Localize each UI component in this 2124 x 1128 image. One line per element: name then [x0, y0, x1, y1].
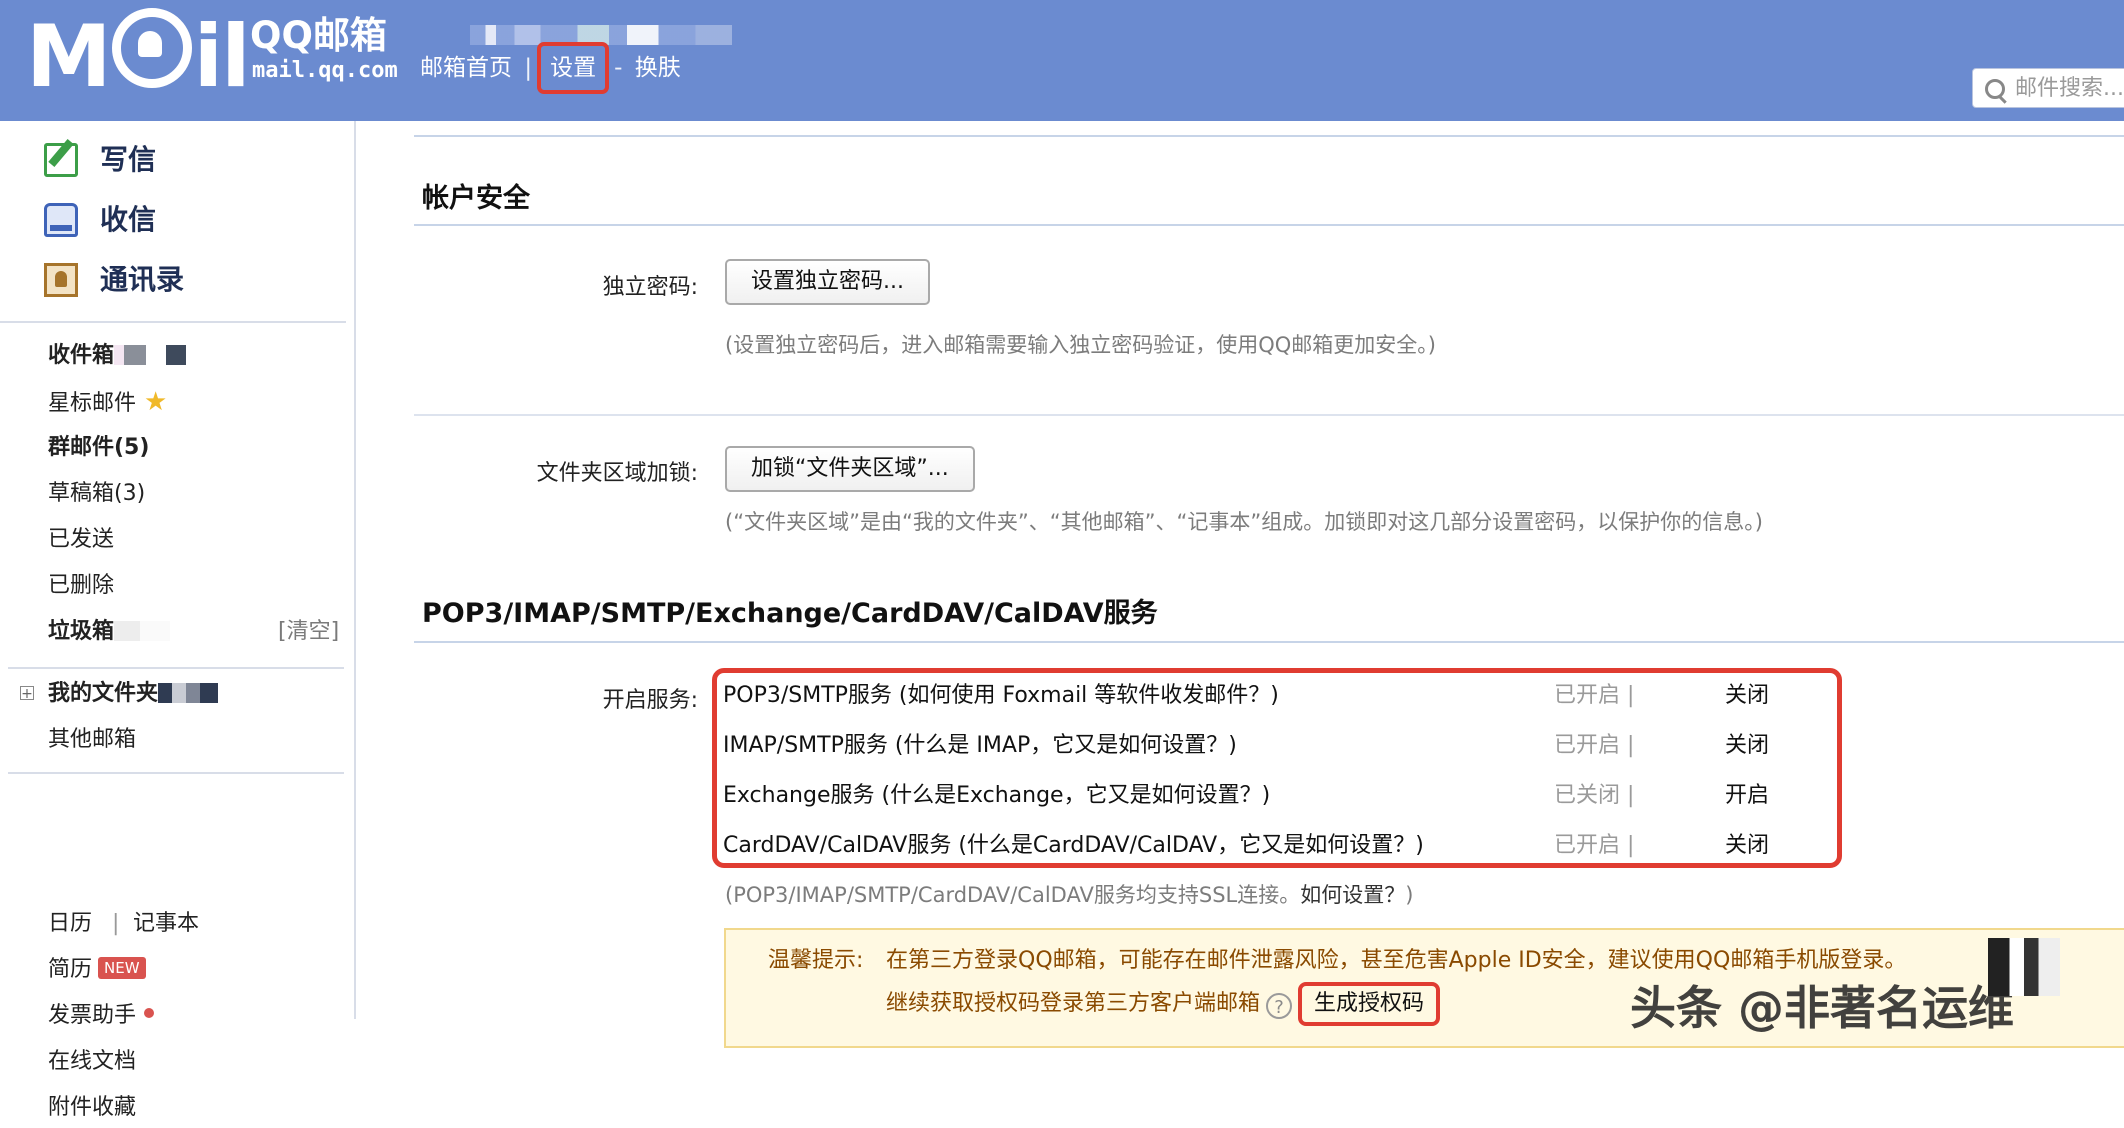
mail-logo[interactable]: Mil — [26, 8, 251, 100]
service-status: 已开启 | — [1554, 833, 1635, 858]
mail-search-input[interactable]: 邮件搜索... — [1972, 68, 2124, 108]
expand-icon[interactable]: + — [20, 686, 34, 701]
service-name[interactable]: IMAP/SMTP服务 (什么是 IMAP，它又是如何设置？) — [723, 726, 1237, 766]
settings-content: 帐户安全 独立密码: 设置独立密码... (设置独立密码后，进入邮箱需要输入独立… — [374, 121, 2124, 1048]
notification-dot-icon — [144, 1008, 155, 1018]
sidebar-compose[interactable]: 写信 — [44, 137, 156, 183]
contacts-icon — [44, 263, 78, 297]
generate-auth-code-button[interactable]: 生成授权码 — [1298, 982, 1441, 1026]
sidebar-item-other-mailbox[interactable]: 其他邮箱 — [48, 720, 136, 760]
section-divider — [414, 224, 2124, 226]
sidebar-item-inbox[interactable]: 收件箱 — [48, 336, 187, 376]
sidebar-item-attachments[interactable]: 附件收藏 — [48, 1088, 136, 1128]
spam-clear-link[interactable]: [清空] — [278, 612, 339, 652]
services-list: POP3/SMTP服务 (如何使用 Foxmail 等软件收发邮件？) 已开启 … — [712, 668, 1842, 868]
service-name[interactable]: POP3/SMTP服务 (如何使用 Foxmail 等软件收发邮件？) — [723, 676, 1279, 716]
service-status: 已开启 | — [1554, 683, 1635, 708]
enable-services-label: 开启服务: — [602, 688, 698, 713]
nav-skin-link[interactable]: 换肤 — [635, 55, 681, 81]
sidebar-inbox-check[interactable]: 收信 — [44, 197, 156, 243]
section-divider — [414, 135, 2124, 137]
blurred-qr-code — [1988, 938, 2060, 996]
sidebar-item-online-docs[interactable]: 在线文档 — [48, 1042, 136, 1082]
contacts-label: 通讯录 — [100, 263, 185, 296]
service-row-imap: IMAP/SMTP服务 (什么是 IMAP，它又是如何设置？) 已开启 | 关闭 — [719, 726, 1839, 766]
brand-domain: mail.qq.com — [252, 58, 398, 83]
top-bar: Mil QQ邮箱 mail.qq.com 邮箱首页 | 设置 - 换肤 邮件搜索..… — [0, 0, 2124, 121]
compose-icon — [44, 143, 78, 177]
nav-settings-link[interactable]: 设置 — [537, 42, 610, 94]
set-independent-password-button[interactable]: 设置独立密码... — [725, 259, 930, 305]
independent-password-label: 独立密码: — [602, 275, 698, 300]
folder-lock-hint: (“文件夹区域”是由“我的文件夹”、“其他邮箱”、“记事本”组成。加锁即对这几部… — [725, 510, 1763, 534]
service-toggle-link[interactable]: 关闭 — [1725, 676, 1769, 716]
service-toggle-link[interactable]: 关闭 — [1725, 726, 1769, 766]
sidebar-item-invoice[interactable]: 发票助手 — [48, 996, 155, 1036]
service-row-exchange: Exchange服务 (什么是Exchange，它又是如何设置？) 已关闭 | … — [719, 776, 1839, 816]
sidebar-item-deleted[interactable]: 已删除 — [48, 566, 114, 606]
top-nav: 邮箱首页 | 设置 - 换肤 — [420, 42, 681, 94]
service-name[interactable]: Exchange服务 (什么是Exchange，它又是如何设置？) — [723, 776, 1270, 816]
service-status: 已关闭 | — [1554, 783, 1635, 808]
watermark-text: 头条 @非著名运维 — [1630, 981, 2015, 1035]
receive-label: 收信 — [100, 203, 157, 236]
tip-line-2: 继续获取授权码登录第三方客户端邮箱? 生成授权码 — [886, 982, 1441, 1026]
tip-line-1: 在第三方登录QQ邮箱，可能存在邮件泄露风险，甚至危害Apple ID安全，建议使… — [886, 948, 1907, 973]
compose-label: 写信 — [100, 143, 157, 176]
folder-lock-label: 文件夹区域加锁: — [536, 461, 698, 486]
sidebar-divider — [8, 667, 344, 669]
calendar-notes-separator: | — [112, 911, 120, 936]
sidebar: 写信 收信 通讯录 收件箱 星标邮件 ★ 群邮件(5) 草稿箱(3) 已发送 已删… — [0, 121, 356, 1120]
service-name[interactable]: CardDAV/CalDAV服务 (什么是CardDAV/CalDAV，它又是如… — [723, 826, 1424, 866]
service-toggle-link[interactable]: 关闭 — [1725, 826, 1769, 866]
sidebar-item-calendar[interactable]: 日历 — [48, 904, 92, 944]
protocol-services-title: POP3/IMAP/SMTP/Exchange/CardDAV/CalDAV服务 — [422, 598, 1158, 629]
search-icon — [1985, 79, 2005, 99]
sidebar-item-starred[interactable]: 星标邮件 ★ — [48, 382, 167, 422]
sidebar-item-group-mail[interactable]: 群邮件(5) — [48, 428, 149, 468]
lock-folder-area-button[interactable]: 加锁“文件夹区域”... — [725, 446, 975, 492]
star-icon: ★ — [144, 387, 168, 417]
ssl-how-to-link[interactable]: 如何设置？ — [1300, 883, 1405, 907]
sidebar-divider — [8, 772, 344, 774]
independent-password-hint: (设置独立密码后，进入邮箱需要输入独立密码验证，使用QQ邮箱更加安全。) — [725, 333, 1436, 357]
sidebar-item-notes[interactable]: 记事本 — [133, 904, 199, 944]
search-placeholder: 邮件搜索... — [2015, 76, 2124, 101]
bell-logo-icon — [111, 8, 192, 88]
help-icon[interactable]: ? — [1266, 993, 1293, 1019]
service-toggle-link[interactable]: 开启 — [1725, 776, 1769, 816]
service-row-pop3: POP3/SMTP服务 (如何使用 Foxmail 等软件收发邮件？) 已开启 … — [719, 676, 1839, 716]
sidebar-contacts[interactable]: 通讯录 — [44, 257, 184, 303]
sidebar-item-my-folders[interactable]: 我的文件夹 — [48, 674, 219, 714]
section-divider — [414, 414, 2124, 416]
account-security-title: 帐户安全 — [422, 183, 530, 214]
sidebar-item-drafts[interactable]: 草稿箱(3) — [48, 474, 145, 514]
sidebar-divider — [0, 321, 346, 323]
sidebar-item-resume[interactable]: 简历 NEW — [48, 950, 146, 990]
tip-prefix: 温馨提示: — [768, 948, 864, 973]
new-badge: NEW — [98, 957, 146, 979]
service-row-carddav: CardDAV/CalDAV服务 (什么是CardDAV/CalDAV，它又是如… — [719, 826, 1839, 866]
sidebar-item-sent[interactable]: 已发送 — [48, 520, 114, 560]
service-status: 已开启 | — [1554, 733, 1635, 758]
ssl-hint: (POP3/IMAP/SMTP/CardDAV/CalDAV服务均支持SSL连接… — [725, 883, 1414, 907]
section-divider — [414, 641, 2124, 643]
nav-home-link[interactable]: 邮箱首页 — [420, 55, 512, 81]
inbox-icon — [44, 203, 78, 237]
brand-name: QQ邮箱 — [250, 14, 387, 57]
sidebar-item-spam[interactable]: 垃圾箱 — [48, 612, 171, 652]
